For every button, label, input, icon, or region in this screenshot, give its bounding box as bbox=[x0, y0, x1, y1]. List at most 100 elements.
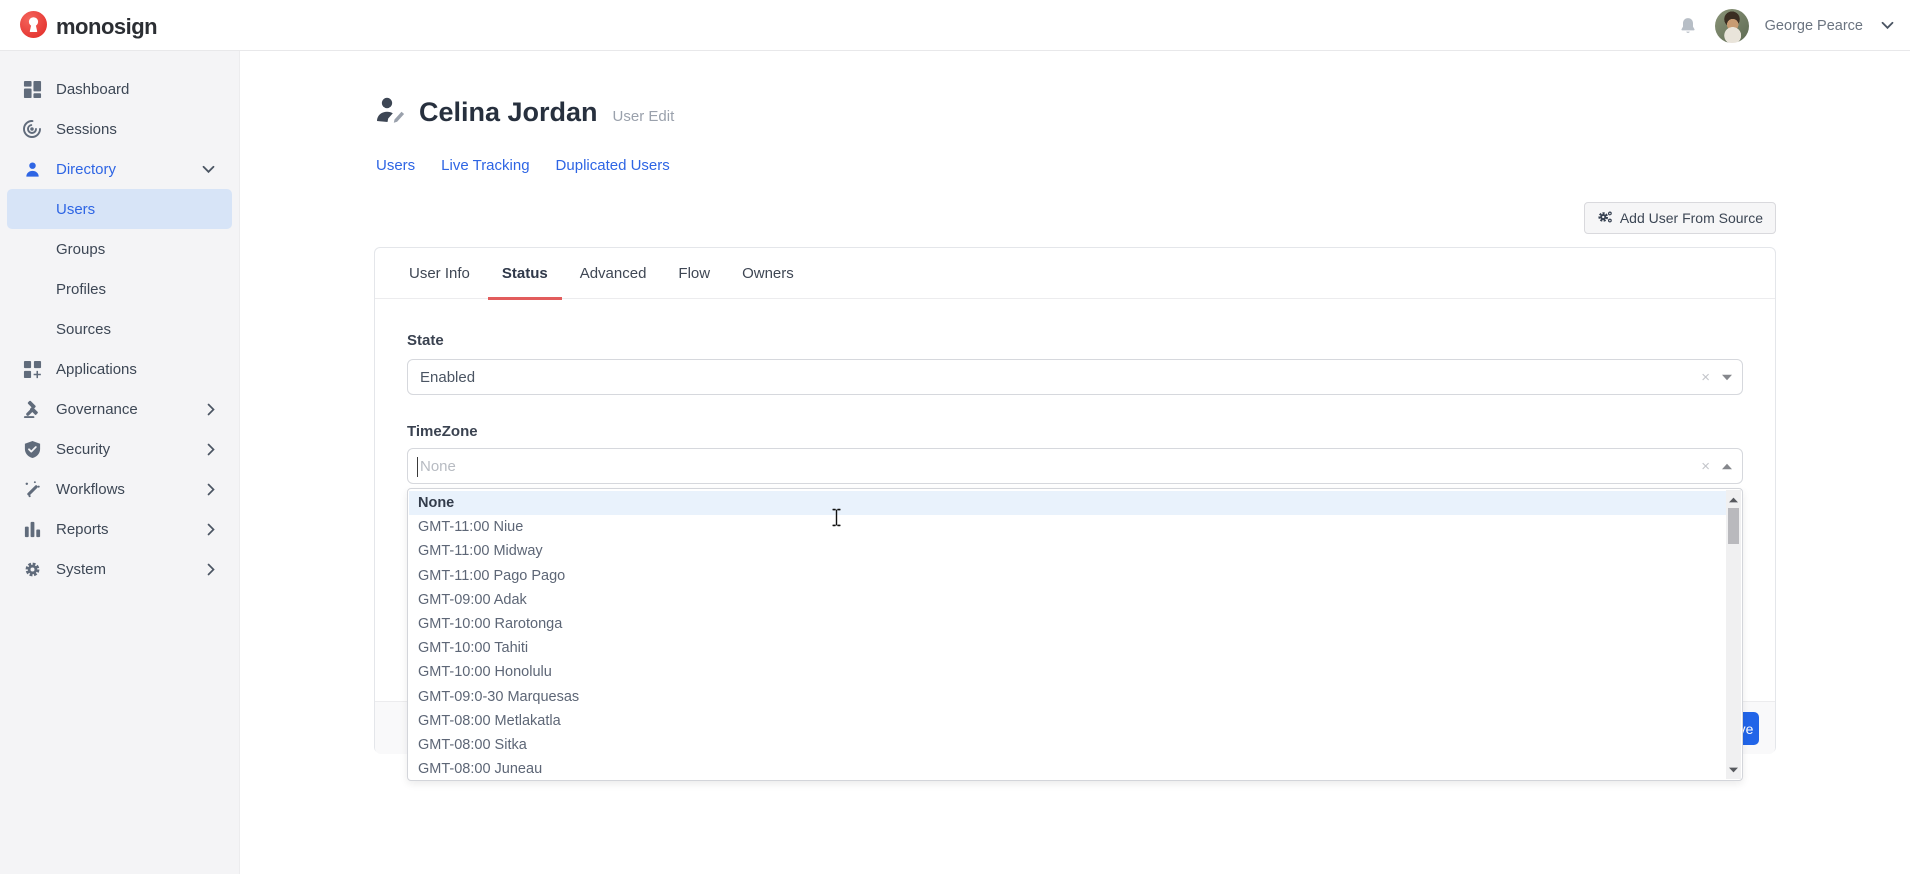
brand-name: monosign bbox=[56, 14, 157, 40]
header-user-name[interactable]: George Pearce bbox=[1765, 18, 1863, 34]
timezone-dropdown-menu: None GMT-11:00 Niue GMT-11:00 Midway GMT… bbox=[407, 488, 1743, 781]
timezone-option[interactable]: GMT-08:00 Juneau bbox=[409, 757, 1726, 781]
tab-owners[interactable]: Owners bbox=[740, 248, 796, 299]
gear-icon bbox=[22, 559, 42, 579]
dropdown-scrollbar[interactable] bbox=[1726, 490, 1741, 779]
sidebar-item-system[interactable]: System bbox=[0, 549, 239, 589]
sidebar-item-profiles[interactable]: Profiles bbox=[0, 269, 239, 309]
user-edit-card: User Info Status Advanced Flow Owners St… bbox=[374, 247, 1776, 753]
state-select[interactable]: Enabled × bbox=[407, 359, 1743, 395]
sidebar-label: Dashboard bbox=[56, 81, 129, 98]
dropdown-arrow-up-icon[interactable] bbox=[1722, 463, 1732, 470]
chevron-right-icon bbox=[207, 483, 215, 496]
sidebar-label: Users bbox=[56, 201, 95, 218]
person-icon bbox=[22, 159, 42, 179]
scroll-up-icon[interactable] bbox=[1726, 492, 1741, 507]
dropdown-arrow-down-icon[interactable] bbox=[1722, 374, 1732, 381]
state-field-label: State bbox=[407, 332, 444, 349]
timezone-option-list: None GMT-11:00 Niue GMT-11:00 Midway GMT… bbox=[409, 491, 1726, 781]
sidebar-item-groups[interactable]: Groups bbox=[0, 229, 239, 269]
sidebar-item-security[interactable]: Security bbox=[0, 429, 239, 469]
add-user-from-source-button[interactable]: Add User From Source bbox=[1584, 202, 1776, 234]
user-menu-chevron-down-icon[interactable] bbox=[1881, 17, 1894, 35]
sidebar-label: Directory bbox=[56, 161, 116, 178]
sidebar-item-directory[interactable]: Directory bbox=[0, 149, 239, 189]
sidebar-label: Reports bbox=[56, 521, 109, 538]
main-content: Celina Jordan User Edit Users Live Track… bbox=[240, 51, 1910, 874]
gavel-icon bbox=[22, 399, 42, 419]
state-select-value: Enabled bbox=[408, 369, 475, 386]
sidebar-label: Groups bbox=[56, 241, 105, 258]
top-header: monosign George Pearce bbox=[0, 0, 1910, 51]
tab-status[interactable]: Status bbox=[500, 248, 550, 299]
clear-icon[interactable]: × bbox=[1701, 370, 1710, 385]
dashboard-grid-icon bbox=[22, 79, 42, 99]
gears-icon bbox=[1597, 209, 1613, 228]
scrollbar-thumb[interactable] bbox=[1728, 508, 1739, 544]
bar-chart-icon bbox=[22, 519, 42, 539]
timezone-option[interactable]: GMT-11:00 Midway bbox=[409, 539, 1726, 563]
chevron-right-icon bbox=[207, 523, 215, 536]
apps-grid-plus-icon bbox=[22, 359, 42, 379]
nav-link-users[interactable]: Users bbox=[376, 157, 415, 174]
bell-icon[interactable] bbox=[1677, 15, 1699, 37]
sidebar-item-dashboard[interactable]: Dashboard bbox=[0, 69, 239, 109]
nav-link-live-tracking[interactable]: Live Tracking bbox=[441, 157, 529, 174]
sidebar-label: Governance bbox=[56, 401, 138, 418]
sessions-spiral-icon bbox=[22, 119, 42, 139]
sidebar-label: Sessions bbox=[56, 121, 117, 138]
card-tabs: User Info Status Advanced Flow Owners bbox=[375, 248, 1775, 299]
chevron-right-icon bbox=[207, 443, 215, 456]
user-avatar[interactable] bbox=[1715, 9, 1749, 43]
text-caret bbox=[417, 457, 418, 477]
tab-flow[interactable]: Flow bbox=[676, 248, 712, 299]
chevron-down-icon bbox=[202, 165, 215, 174]
timezone-search-input[interactable] bbox=[408, 449, 1742, 483]
tab-user-info[interactable]: User Info bbox=[407, 248, 472, 299]
brand-logo[interactable]: monosign bbox=[20, 11, 157, 43]
sidebar-label: Sources bbox=[56, 321, 111, 338]
page-title: Celina Jordan bbox=[419, 97, 598, 128]
chevron-right-icon bbox=[207, 403, 215, 416]
sidebar-label: Profiles bbox=[56, 281, 106, 298]
sidebar-item-workflows[interactable]: Workflows bbox=[0, 469, 239, 509]
sidebar-label: System bbox=[56, 561, 106, 578]
timezone-option[interactable]: GMT-10:00 Rarotonga bbox=[409, 612, 1726, 636]
nav-link-duplicated-users[interactable]: Duplicated Users bbox=[556, 157, 670, 174]
monosign-logo-icon bbox=[20, 11, 47, 43]
app-window: monosign George Pearce Dashboard bbox=[0, 0, 1910, 874]
timezone-field-label: TimeZone bbox=[407, 423, 478, 440]
sidebar-label: Security bbox=[56, 441, 110, 458]
timezone-option[interactable]: GMT-11:00 Niue bbox=[409, 515, 1726, 539]
timezone-option[interactable]: GMT-11:00 Pago Pago bbox=[409, 564, 1726, 588]
timezone-select[interactable]: × bbox=[407, 448, 1743, 484]
header-actions: George Pearce bbox=[1677, 0, 1894, 51]
timezone-option[interactable]: GMT-10:00 Honolulu bbox=[409, 660, 1726, 684]
timezone-option[interactable]: GMT-09:0-30 Marquesas bbox=[409, 685, 1726, 709]
shield-check-icon bbox=[22, 439, 42, 459]
page-subtitle: User Edit bbox=[613, 100, 675, 125]
user-edit-icon bbox=[374, 95, 406, 130]
timezone-option[interactable]: GMT-09:00 Adak bbox=[409, 588, 1726, 612]
sidebar-item-sources[interactable]: Sources bbox=[0, 309, 239, 349]
sidebar-item-users[interactable]: Users bbox=[7, 189, 232, 229]
timezone-option[interactable]: GMT-10:00 Tahiti bbox=[409, 636, 1726, 660]
page-header: Celina Jordan User Edit bbox=[374, 95, 674, 130]
chevron-right-icon bbox=[207, 563, 215, 576]
timezone-option[interactable]: GMT-08:00 Metlakatla bbox=[409, 709, 1726, 733]
page-nav-links: Users Live Tracking Duplicated Users bbox=[376, 157, 670, 174]
magic-wand-icon bbox=[22, 479, 42, 499]
tab-advanced[interactable]: Advanced bbox=[578, 248, 649, 299]
sidebar-label: Workflows bbox=[56, 481, 125, 498]
scroll-down-icon[interactable] bbox=[1726, 762, 1741, 777]
sidebar-item-reports[interactable]: Reports bbox=[0, 509, 239, 549]
sidebar-item-sessions[interactable]: Sessions bbox=[0, 109, 239, 149]
clear-icon[interactable]: × bbox=[1701, 459, 1710, 474]
sidebar-nav: Dashboard Sessions Directory Users Group… bbox=[0, 51, 240, 874]
timezone-option[interactable]: None bbox=[409, 491, 1726, 515]
add-user-from-source-label: Add User From Source bbox=[1620, 210, 1763, 226]
sidebar-item-governance[interactable]: Governance bbox=[0, 389, 239, 429]
sidebar-label: Applications bbox=[56, 361, 137, 378]
sidebar-item-applications[interactable]: Applications bbox=[0, 349, 239, 389]
timezone-option[interactable]: GMT-08:00 Sitka bbox=[409, 733, 1726, 757]
